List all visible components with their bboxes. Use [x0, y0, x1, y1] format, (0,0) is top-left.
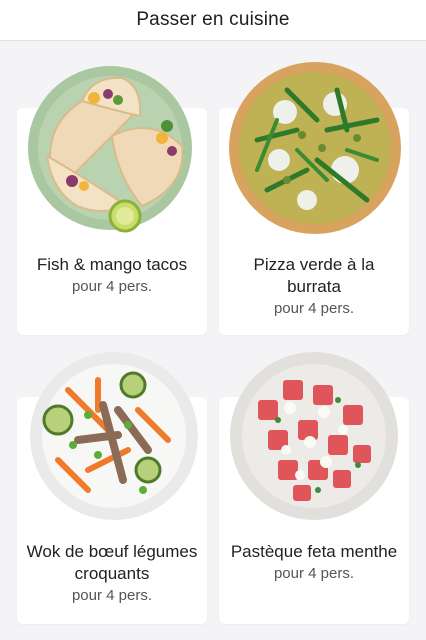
beef-wok-bowl-image — [30, 352, 198, 520]
page-title: Passer en cuisine — [136, 9, 290, 30]
recipe-title: Pastèque feta menthe — [230, 542, 398, 561]
recipe-servings: pour 4 pers. — [71, 278, 153, 295]
page-header: Passer en cuisine — [0, 0, 426, 41]
recipe-servings: pour 4 pers. — [71, 587, 153, 604]
recipe-servings: pour 4 pers. — [273, 300, 355, 317]
watermelon-feta-bowl-image — [230, 352, 398, 520]
recipe-servings: pour 4 pers. — [273, 565, 355, 582]
tacos-plate-image — [28, 66, 192, 233]
recipe-title: Wok de bœuf légumes croquants — [26, 542, 198, 583]
pizza-verde-image — [229, 62, 401, 234]
recipe-title: Pizza verde à la burrata — [253, 255, 375, 296]
recipe-title: Fish & mango tacos — [36, 255, 188, 274]
